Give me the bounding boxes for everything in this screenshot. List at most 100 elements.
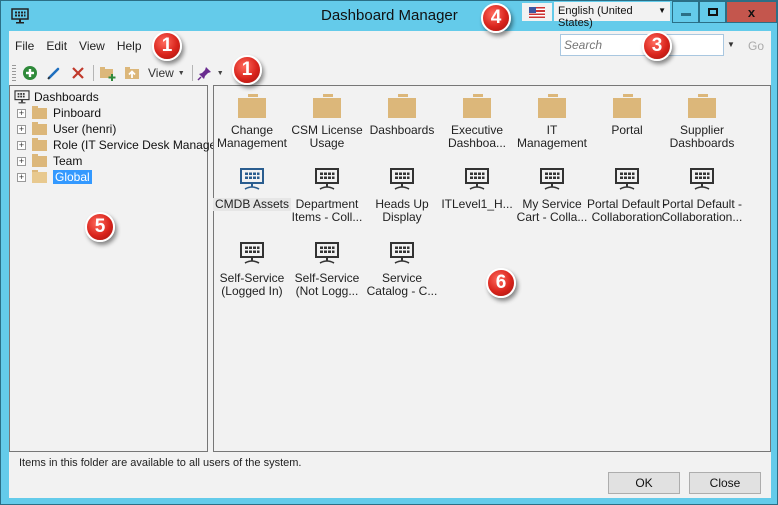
item-label: Heads Up Display: [375, 198, 428, 224]
minimize-button[interactable]: [672, 1, 699, 23]
menu-edit[interactable]: Edit: [40, 37, 73, 57]
expand-icon[interactable]: +: [17, 124, 26, 134]
chevron-down-icon: ▼: [216, 69, 224, 77]
expand-icon[interactable]: +: [17, 172, 26, 182]
item-label-line2: Collaboration...: [661, 210, 743, 224]
dashboard-item[interactable]: Self-Service (Logged In): [214, 238, 290, 298]
item-icon-wrap: [463, 90, 491, 118]
close-button[interactable]: Close: [689, 472, 761, 494]
tree-node-pinboard[interactable]: + Pinboard: [17, 105, 101, 121]
dashboard-icon: [540, 168, 564, 190]
maximize-button[interactable]: [699, 1, 726, 23]
language-flag[interactable]: [522, 3, 552, 21]
item-label-line2: (Not Logg...: [295, 284, 359, 298]
delete-button[interactable]: [68, 63, 88, 83]
callout-badge: 3: [642, 31, 672, 61]
toolbar-grip[interactable]: [12, 65, 16, 81]
item-label: Supplier Dashboards: [670, 124, 735, 150]
folder-icon: [32, 121, 47, 135]
tree-root-label: Dashboards: [34, 90, 99, 104]
tree-root-dashboards[interactable]: Dashboards: [14, 89, 99, 105]
dashboard-item[interactable]: Service Catalog - C...: [364, 238, 440, 298]
dashboard-icon: [390, 168, 414, 190]
item-icon-wrap: [314, 238, 340, 266]
folder-item[interactable]: CSM License Usage: [289, 90, 365, 150]
callout-badge: 1: [232, 55, 262, 85]
dashboard-icon: [315, 168, 339, 190]
edit-button[interactable]: [44, 63, 64, 83]
toolbar-separator: [93, 65, 94, 81]
folder-icon: [238, 94, 266, 118]
expand-icon[interactable]: +: [17, 156, 26, 166]
item-icon-wrap: [313, 90, 341, 118]
dashboard-item[interactable]: My Service Cart - Colla...: [514, 164, 590, 224]
tree-node-label: User (henri): [53, 122, 117, 136]
ok-button[interactable]: OK: [608, 472, 680, 494]
folder-icon: [32, 153, 47, 167]
item-label: Executive Dashboa...: [448, 124, 506, 150]
folder-item[interactable]: Executive Dashboa...: [439, 90, 515, 150]
dashboard-icon: [390, 242, 414, 264]
folder-description: Items in this folder are available to al…: [19, 457, 302, 469]
dashboard-item[interactable]: Portal Default - Collaboration...: [661, 164, 743, 224]
folder-icon: [463, 94, 491, 118]
callout-badge: 1: [152, 31, 182, 61]
toolbar-separator: [191, 65, 193, 81]
close-window-button[interactable]: x: [726, 1, 777, 23]
folder-item[interactable]: Supplier Dashboards: [664, 90, 740, 150]
title-bar[interactable]: Dashboard Manager English (United States…: [1, 1, 777, 31]
dashboard-item[interactable]: ITLevel1_H...: [439, 164, 515, 211]
search-go-button[interactable]: Go: [748, 39, 764, 53]
item-label-line1: CMDB Assets: [215, 197, 290, 211]
new-folder-icon: [100, 67, 116, 81]
folder-item[interactable]: Dashboards: [364, 90, 440, 137]
menu-view[interactable]: View: [73, 37, 111, 57]
dashboard-item[interactable]: Portal Default - Collaboration: [587, 164, 667, 224]
tree-node-global[interactable]: + Global: [17, 169, 92, 185]
items-view[interactable]: Change Management CSM License Usage Dashboar…: [213, 85, 771, 452]
dashboard-item[interactable]: Self-Service (Not Logg...: [289, 238, 365, 298]
menu-bar: File Edit View Help: [9, 37, 148, 57]
item-icon-wrap: [614, 164, 640, 192]
pin-dropdown-button[interactable]: ▼: [197, 63, 224, 83]
folder-item[interactable]: IT Management: [514, 90, 590, 150]
move-up-folder-button[interactable]: [122, 63, 142, 83]
view-dropdown-button[interactable]: View ▼: [146, 63, 187, 83]
tree-node-label: Pinboard: [53, 106, 102, 120]
search-dropdown-icon[interactable]: ▼: [727, 40, 735, 49]
expand-icon[interactable]: +: [17, 108, 26, 118]
item-label-line2: Management: [216, 136, 288, 150]
tree-node-team[interactable]: + Team: [17, 153, 82, 169]
menu-help[interactable]: Help: [111, 37, 148, 57]
chevron-down-icon: ▼: [177, 69, 185, 77]
dashboard-item[interactable]: Heads Up Display: [364, 164, 440, 224]
toolbar: View ▼ ▼: [9, 61, 771, 85]
us-flag-icon: [529, 6, 545, 18]
dashboard-icon: [690, 168, 714, 190]
item-icon-wrap: [464, 164, 490, 192]
client-area: File Edit View Help ▼ Go: [9, 31, 771, 498]
folder-item[interactable]: Change Management: [214, 90, 290, 150]
item-label-line2: Items - Coll...: [291, 210, 363, 224]
tree-node-role[interactable]: + Role (IT Service Desk Manager): [17, 137, 224, 153]
menu-file[interactable]: File: [9, 37, 40, 57]
add-button[interactable]: [20, 63, 40, 83]
add-icon: [23, 66, 37, 80]
tree-node-user[interactable]: + User (henri): [17, 121, 116, 137]
dashboard-icon: [465, 168, 489, 190]
item-label: CSM License Usage: [291, 124, 362, 150]
close-icon: x: [747, 4, 756, 20]
folder-tree[interactable]: Dashboards + Pinboard + User (henri) + R…: [9, 85, 224, 452]
item-label: Self-Service (Logged In): [220, 272, 285, 298]
item-label-line2: Collaboration: [591, 210, 663, 224]
item-icon-wrap: [388, 90, 416, 118]
language-select[interactable]: English (United States) ▼: [554, 2, 670, 29]
item-label-line1: Portal: [611, 123, 643, 137]
item-label: Portal: [611, 124, 642, 137]
new-folder-button[interactable]: [98, 63, 118, 83]
folder-icon: [32, 105, 47, 119]
expand-icon[interactable]: +: [17, 140, 26, 150]
dashboard-item[interactable]: Department Items - Coll...: [289, 164, 365, 224]
folder-item[interactable]: Portal: [589, 90, 665, 137]
dashboard-item[interactable]: CMDB Assets: [213, 164, 292, 211]
